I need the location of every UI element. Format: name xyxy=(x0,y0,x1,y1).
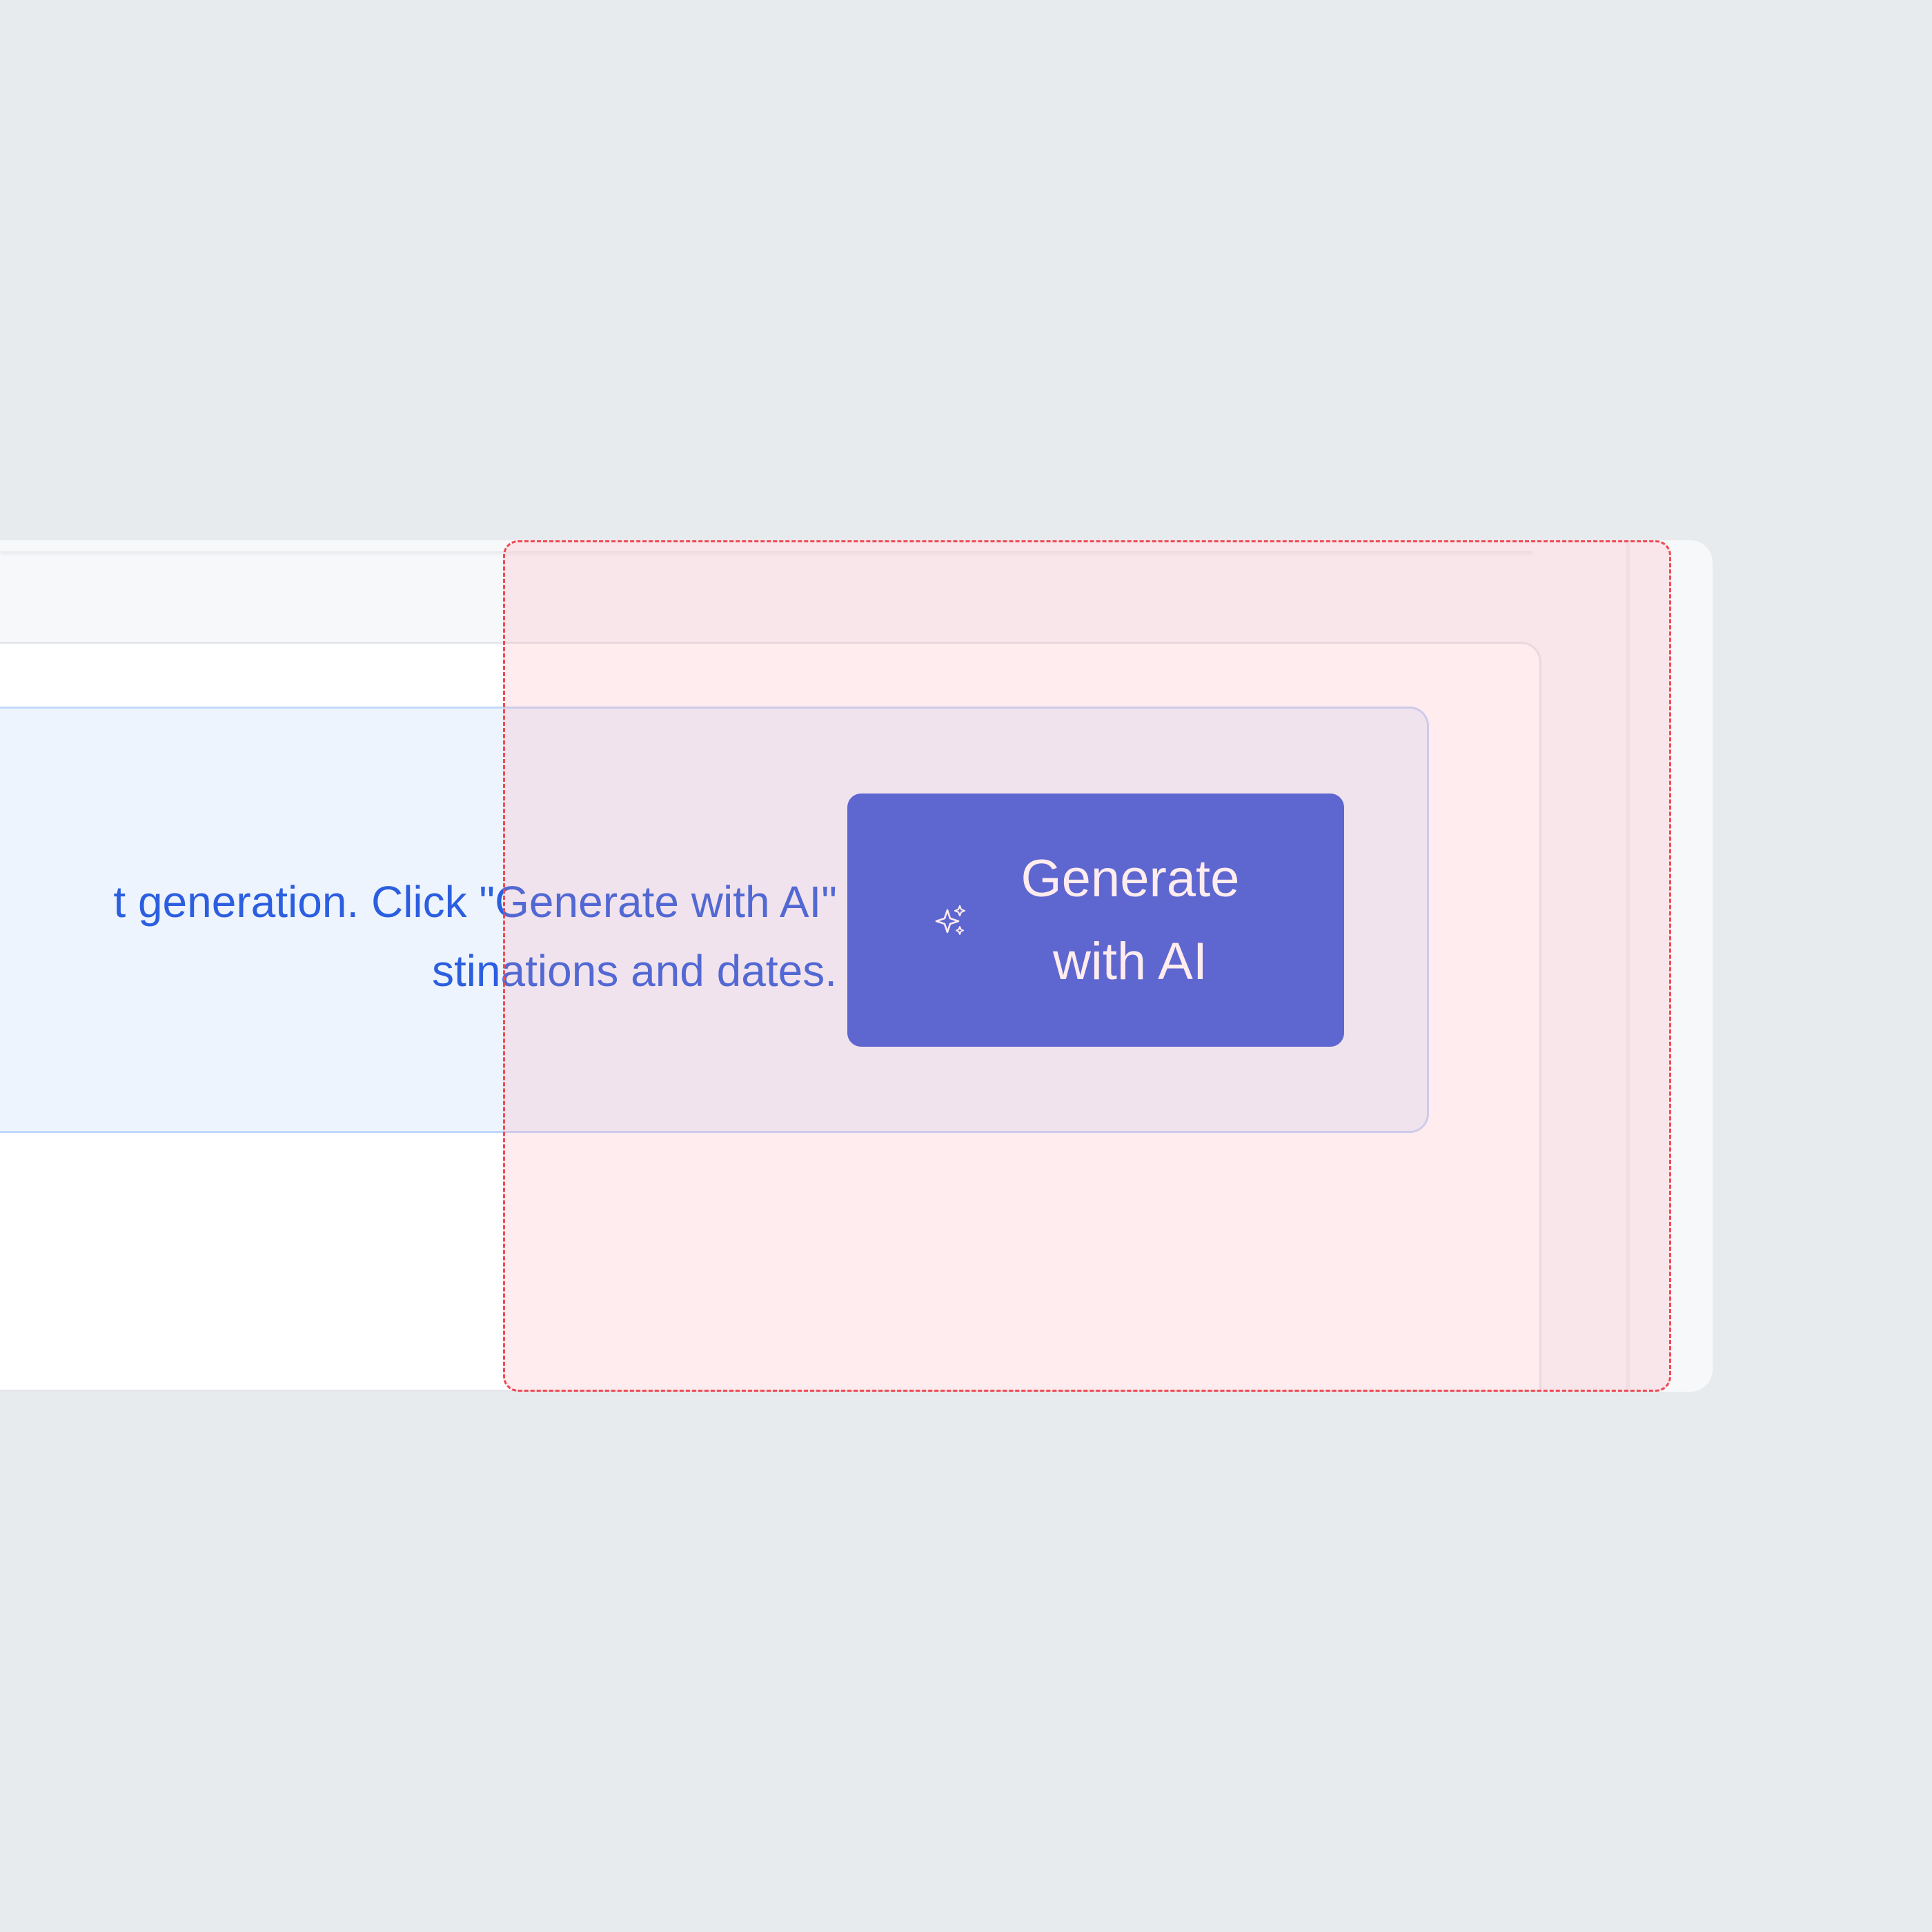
ai-generation-banner: t generation. Click "Generate with AI" s… xyxy=(0,707,1429,1133)
generate-button-label-line-2: with AI xyxy=(1053,931,1208,991)
banner-description: t generation. Click "Generate with AI" s… xyxy=(0,867,837,1005)
app-window: t generation. Click "Generate with AI" s… xyxy=(0,540,1713,1392)
content-card: t generation. Click "Generate with AI" s… xyxy=(0,642,1541,1392)
generate-button-label: Generate with AI xyxy=(1009,838,1251,1003)
sparkle-icon xyxy=(935,905,966,935)
generate-with-ai-button[interactable]: Generate with AI xyxy=(847,793,1344,1047)
screen: t generation. Click "Generate with AI" s… xyxy=(0,0,1932,1932)
banner-text-line-1: t generation. Click "Generate with AI" xyxy=(113,877,837,927)
scrollbar-track[interactable] xyxy=(1626,540,1630,1392)
generate-button-label-line-1: Generate xyxy=(1021,849,1240,908)
header-shadow xyxy=(0,551,1533,557)
banner-text-line-2: stinations and dates. xyxy=(431,946,837,996)
